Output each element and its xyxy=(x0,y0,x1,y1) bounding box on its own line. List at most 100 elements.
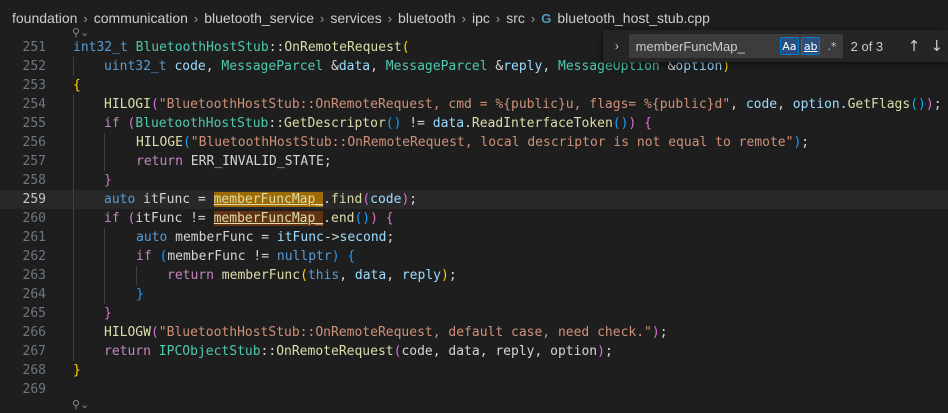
code-text: return ERR_INVALID_STATE; xyxy=(136,152,332,171)
code-token: "BluetoothHostStub::OnRemoteRequest, cmd… xyxy=(158,97,731,112)
code-token: option xyxy=(792,97,840,112)
indent-guide xyxy=(73,342,74,361)
code-token: OnRemoteRequest xyxy=(276,344,394,359)
code-token: { xyxy=(385,211,394,226)
code-line[interactable]: 261 auto memberFunc = itFunc->second; xyxy=(0,228,948,247)
code-token: "BluetoothHostStub::OnRemoteRequest, loc… xyxy=(190,135,794,150)
code-token: { xyxy=(73,78,81,93)
code-token: code, data, reply, option xyxy=(401,344,598,359)
indent-guide xyxy=(73,171,74,190)
match-case-button[interactable]: Aa xyxy=(779,37,799,55)
line-number: 253 xyxy=(22,78,46,93)
code-token: "BluetoothHostStub::OnRemoteRequest, def… xyxy=(158,325,652,340)
code-text: { xyxy=(73,76,81,95)
code-line[interactable]: 264} xyxy=(0,285,948,304)
code-token: . xyxy=(839,97,848,112)
code-token: GetFlags xyxy=(847,97,911,112)
indent-guide xyxy=(104,133,105,152)
previous-match-button[interactable]: ↑ xyxy=(903,37,926,55)
line-number: 256 xyxy=(22,135,46,150)
code-token: return xyxy=(167,268,214,283)
code-line[interactable]: 256 HILOGE("BluetoothHostStub::OnRemoteRe… xyxy=(0,133,948,152)
match-count: 2 of 3 xyxy=(850,38,884,54)
indent-guide xyxy=(73,266,74,285)
indent-guide xyxy=(104,247,105,266)
regex-button[interactable]: .* xyxy=(822,37,841,55)
code-line[interactable]: 253 { xyxy=(0,76,948,95)
code-text: if (itFunc != memberFuncMap_.end()) { xyxy=(104,209,394,228)
code-token: MessageParcel xyxy=(221,59,324,74)
code-token: memberFunc = xyxy=(167,230,277,245)
code-token: memberFunc xyxy=(221,268,301,283)
find-input[interactable] xyxy=(629,37,778,55)
code-line[interactable]: 267 return IPCObjectStub::OnRemoteRequest… xyxy=(0,342,948,361)
code-line[interactable]: 263 return memberFunc(this, data, reply); xyxy=(0,266,948,285)
breadcrumb-segment[interactable]: bluetooth_service xyxy=(204,10,314,26)
code-line[interactable]: 265} xyxy=(0,304,948,323)
code-token: ; xyxy=(801,135,810,150)
breadcrumb-segment[interactable]: bluetooth xyxy=(398,10,456,26)
code-line[interactable]: 254 HILOGI("BluetoothHostStub::OnRemoteRe… xyxy=(0,95,948,114)
breadcrumb-segment[interactable]: communication xyxy=(94,10,188,26)
code-line[interactable]: 257 return ERR_INVALID_STATE; xyxy=(0,152,948,171)
indent-guide xyxy=(73,304,74,323)
code-token: memberFunc != xyxy=(167,249,277,264)
toggle-replace-icon[interactable]: › xyxy=(609,39,625,53)
code-token: code xyxy=(745,97,778,112)
breadcrumb-segment[interactable]: services xyxy=(330,10,381,26)
code-token: ) xyxy=(440,268,449,283)
code-text: HILOGW("BluetoothHostStub::OnRemoteReque… xyxy=(104,323,668,342)
line-number: 269 xyxy=(22,382,46,397)
indent-guide xyxy=(73,95,74,114)
code-token: HILOGE xyxy=(136,135,183,150)
code-token: end xyxy=(331,211,355,226)
line-number: 260 xyxy=(22,211,46,226)
code-line[interactable]: 262 if (memberFunc != nullptr) { xyxy=(0,247,948,266)
code-token: } xyxy=(104,173,112,188)
code-token: { xyxy=(644,116,652,131)
breadcrumb-file[interactable]: bluetooth_host_stub.cpp xyxy=(557,10,710,26)
indent-guide xyxy=(73,228,74,247)
line-number: 255 xyxy=(22,116,46,131)
code-token: ( xyxy=(182,135,191,150)
code-token: auto xyxy=(104,192,136,207)
code-token: ) xyxy=(925,97,934,112)
code-editor[interactable]: 251 int32_t BluetoothHostStub::OnRemoteRe… xyxy=(0,38,948,413)
code-token: :: xyxy=(260,344,277,359)
code-line[interactable]: 259 auto itFunc = memberFuncMap_.find(cod… xyxy=(0,190,948,209)
chevron-right-icon: › xyxy=(193,10,199,26)
find-match-highlight: memberFuncMap_ xyxy=(213,192,324,207)
breadcrumb-segment[interactable]: foundation xyxy=(12,10,77,26)
line-number: 263 xyxy=(22,268,46,283)
breadcrumb-segment[interactable]: ipc xyxy=(472,10,490,26)
code-token: } xyxy=(104,306,112,321)
line-number: 251 xyxy=(22,40,46,55)
indent-guide xyxy=(73,190,74,209)
code-token: second xyxy=(339,230,387,245)
code-token: this xyxy=(307,268,340,283)
code-line[interactable]: 260 if (itFunc != memberFuncMap_.end()) { xyxy=(0,209,948,228)
breadcrumb-segment[interactable]: src xyxy=(506,10,525,26)
code-text: return memberFunc(this, data, reply); xyxy=(167,266,457,285)
indent-guide xyxy=(73,323,74,342)
code-line[interactable]: 255 if (BluetoothHostStub::GetDescriptor(… xyxy=(0,114,948,133)
code-token: -> xyxy=(323,230,340,245)
code-token: return xyxy=(104,344,151,359)
code-text: } xyxy=(104,304,112,323)
code-line[interactable]: 268} xyxy=(0,361,948,380)
code-line[interactable]: 266 HILOGW("BluetoothHostStub::OnRemoteRe… xyxy=(0,323,948,342)
code-token: data xyxy=(338,59,371,74)
next-match-button[interactable]: ↓ xyxy=(925,37,948,55)
line-number: 252 xyxy=(22,59,46,74)
line-number: 261 xyxy=(22,230,46,245)
code-token: return xyxy=(136,154,183,169)
code-line[interactable]: 258} xyxy=(0,171,948,190)
match-whole-word-button[interactable]: ab xyxy=(801,37,821,55)
line-number: 264 xyxy=(22,287,46,302)
find-match-highlight: memberFuncMap_ xyxy=(213,211,324,226)
code-line[interactable]: 269 xyxy=(0,380,948,399)
